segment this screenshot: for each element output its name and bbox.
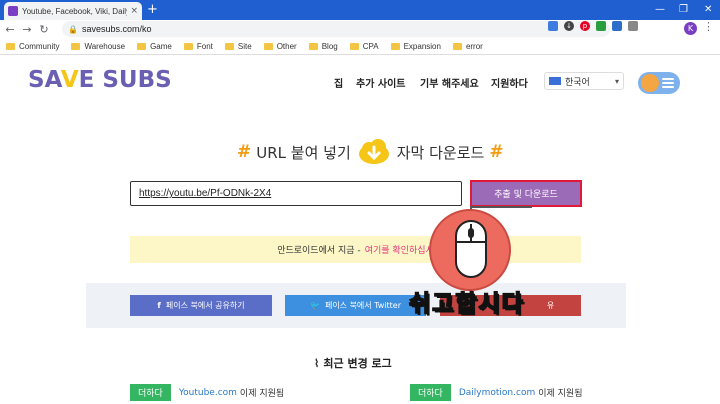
bookmark-other[interactable]: Other <box>263 42 297 51</box>
share-twitter-button[interactable]: 🐦 페이스 북에서 Twitter <box>285 295 426 316</box>
extract-download-button[interactable]: 추출 및 다운로드 <box>470 180 582 207</box>
folder-icon <box>183 42 193 50</box>
page-headline: # URL 붙여 넣기 자막 다운로드 # <box>232 139 509 165</box>
changelog-row: 더하다 Youtube.com 이제 지원됨 <box>130 384 284 401</box>
nav-home[interactable]: 집 <box>334 75 343 90</box>
bookmark-cpa[interactable]: CPA <box>349 42 379 51</box>
folder-icon <box>452 42 462 50</box>
theme-menu-toggle[interactable] <box>638 72 680 94</box>
menu-bar-icon <box>662 82 674 84</box>
share-facebook-button[interactable]: f 페이스 북에서 공유하기 <box>130 295 272 316</box>
browser-tabbar: Youtube, Facebook, Viki, Dailym × + — ❐ … <box>0 0 720 20</box>
tutorial-caption: 쉬고합시다 <box>408 290 525 318</box>
android-notice: 안드로이드에서 지금 - 여기를 확인하십시 <box>130 236 581 263</box>
folder-icon <box>263 42 273 50</box>
language-select[interactable]: 한국어 ▾ <box>544 72 624 90</box>
bookmark-site[interactable]: Site <box>224 42 252 51</box>
twitter-icon: 🐦 <box>309 301 320 310</box>
profile-avatar[interactable]: K <box>684 22 697 35</box>
folder-icon <box>71 42 81 50</box>
changelog-row: 더하다 Dailymotion.com 이제 지원됨 <box>410 384 582 401</box>
bookmark-expansion[interactable]: Expansion <box>390 42 441 51</box>
bookmark-blog[interactable]: Blog <box>308 42 338 51</box>
chevron-down-icon: ▾ <box>614 76 619 86</box>
site-header: SAVE SUBS 집 추가 사이트 기부 해주세요 지원하다 한국어 ▾ <box>0 55 720 111</box>
headline-download-subs: 자막 다운로드 <box>396 143 485 162</box>
changelog-link[interactable]: Youtube.com <box>179 388 237 398</box>
folder-icon <box>137 42 147 50</box>
close-window-button[interactable]: ✕ <box>704 2 712 18</box>
download-extension-icon[interactable]: ↓ <box>564 21 574 31</box>
rss-icon: ⌇ <box>314 357 320 370</box>
headline-paste-url: URL 붙여 넣기 <box>256 143 351 162</box>
mouse-icon <box>455 220 487 278</box>
extension-green-icon[interactable] <box>596 21 606 31</box>
tab-title: Youtube, Facebook, Viki, Dailym <box>22 6 128 16</box>
language-label: 한국어 <box>565 77 590 88</box>
minimize-button[interactable]: — <box>655 2 665 18</box>
changelog-text: 이제 지원됨 <box>239 389 285 399</box>
new-tab-button[interactable]: + <box>147 2 158 18</box>
folder-icon <box>308 42 318 50</box>
maximize-button[interactable]: ❐ <box>679 2 688 18</box>
savesubs-favicon-icon <box>8 6 18 16</box>
tab-close-icon[interactable]: × <box>130 6 138 16</box>
bookmarks-bar: Community Warehouse Game Font Site Other… <box>0 38 720 55</box>
pinterest-extension-icon[interactable]: p <box>580 21 590 31</box>
nav-more-sites[interactable]: 추가 사이트 <box>356 75 405 90</box>
hash-mark: # <box>237 142 252 162</box>
extension-1-icon[interactable] <box>548 21 558 31</box>
notice-link[interactable]: 여기를 확인하십시 <box>365 243 434 256</box>
folder-icon <box>224 42 234 50</box>
bookmark-community[interactable]: Community <box>6 42 59 51</box>
nav-donate[interactable]: 기부 해주세요 <box>420 75 479 90</box>
bookmark-game[interactable]: Game <box>137 42 172 51</box>
added-badge: 더하다 <box>130 384 171 401</box>
lock-icon[interactable]: 🔒 <box>68 25 78 34</box>
toggle-knob <box>641 74 659 92</box>
folder-icon <box>390 42 400 50</box>
hero-section: # URL 붙여 넣기 자막 다운로드 # 추출 및 다운로드 안드로이드에서 … <box>0 111 720 404</box>
added-badge: 더하다 <box>410 384 451 401</box>
address-url[interactable]: savesubs.com/ko <box>82 24 152 34</box>
folder-icon <box>6 42 15 50</box>
notice-text: 안드로이드에서 지금 - <box>277 246 361 256</box>
bookmark-font[interactable]: Font <box>183 42 213 51</box>
browser-menu-icon[interactable]: ⋮ <box>703 20 714 33</box>
hash-mark: # <box>489 142 504 162</box>
extensions-area: ↓ p <box>548 21 638 31</box>
changelog-title: ⌇ 최근 변경 로그 <box>314 357 392 370</box>
cloud-download-icon <box>358 139 389 164</box>
extension-blue-icon[interactable] <box>612 21 622 31</box>
changelog-text: 이제 지원됨 <box>538 389 583 399</box>
nav-support[interactable]: 지원하다 <box>491 75 528 90</box>
facebook-icon: f <box>157 301 161 310</box>
extension-gray-icon[interactable] <box>628 21 638 31</box>
flag-icon <box>549 77 561 85</box>
address-bar[interactable]: 🔒 savesubs.com/ko ⊕ ☆ <box>62 21 610 37</box>
callout-line <box>470 206 532 208</box>
menu-bar-icon <box>662 86 674 88</box>
url-input[interactable] <box>130 181 462 206</box>
bookmark-warehouse[interactable]: Warehouse <box>71 42 125 51</box>
changelog-link[interactable]: Dailymotion.com <box>459 388 535 398</box>
bookmark-error[interactable]: error <box>452 42 483 51</box>
savesubs-logo[interactable]: SAVE SUBS <box>28 67 172 93</box>
browser-tab[interactable]: Youtube, Facebook, Viki, Dailym × <box>4 2 142 20</box>
forward-icon[interactable]: → <box>20 23 34 36</box>
back-icon[interactable]: ← <box>3 23 17 36</box>
share-band: f 페이스 북에서 공유하기 🐦 페이스 북에서 Twitter 유 <box>86 283 626 328</box>
menu-bar-icon <box>662 78 674 80</box>
reload-icon[interactable]: ↻ <box>37 23 51 36</box>
folder-icon <box>349 42 359 50</box>
